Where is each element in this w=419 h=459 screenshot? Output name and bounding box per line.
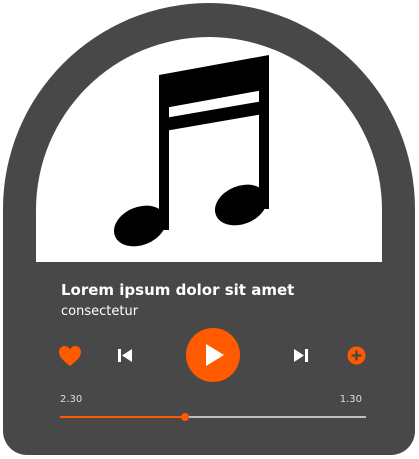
track-title: Lorem ipsum dolor sit amet xyxy=(61,281,295,299)
skip-next-icon[interactable] xyxy=(293,348,309,363)
progress-thumb[interactable] xyxy=(181,413,190,421)
progress-bar[interactable] xyxy=(60,411,366,423)
progress-fill xyxy=(60,416,186,418)
plus-circle-icon[interactable] xyxy=(347,346,366,365)
remaining-time: 1.30 xyxy=(339,394,362,405)
play-icon xyxy=(206,344,224,366)
album-artwork xyxy=(36,37,382,262)
skip-previous-icon[interactable] xyxy=(117,348,133,363)
beamed-sixteenth-notes-icon xyxy=(113,55,269,247)
track-artist: consectetur xyxy=(61,304,139,319)
heart-icon[interactable] xyxy=(58,345,82,367)
play-button[interactable] xyxy=(186,328,240,382)
elapsed-time: 2.30 xyxy=(60,394,83,405)
music-player-card: Lorem ipsum dolor sit amet consectetur 2… xyxy=(3,3,415,455)
